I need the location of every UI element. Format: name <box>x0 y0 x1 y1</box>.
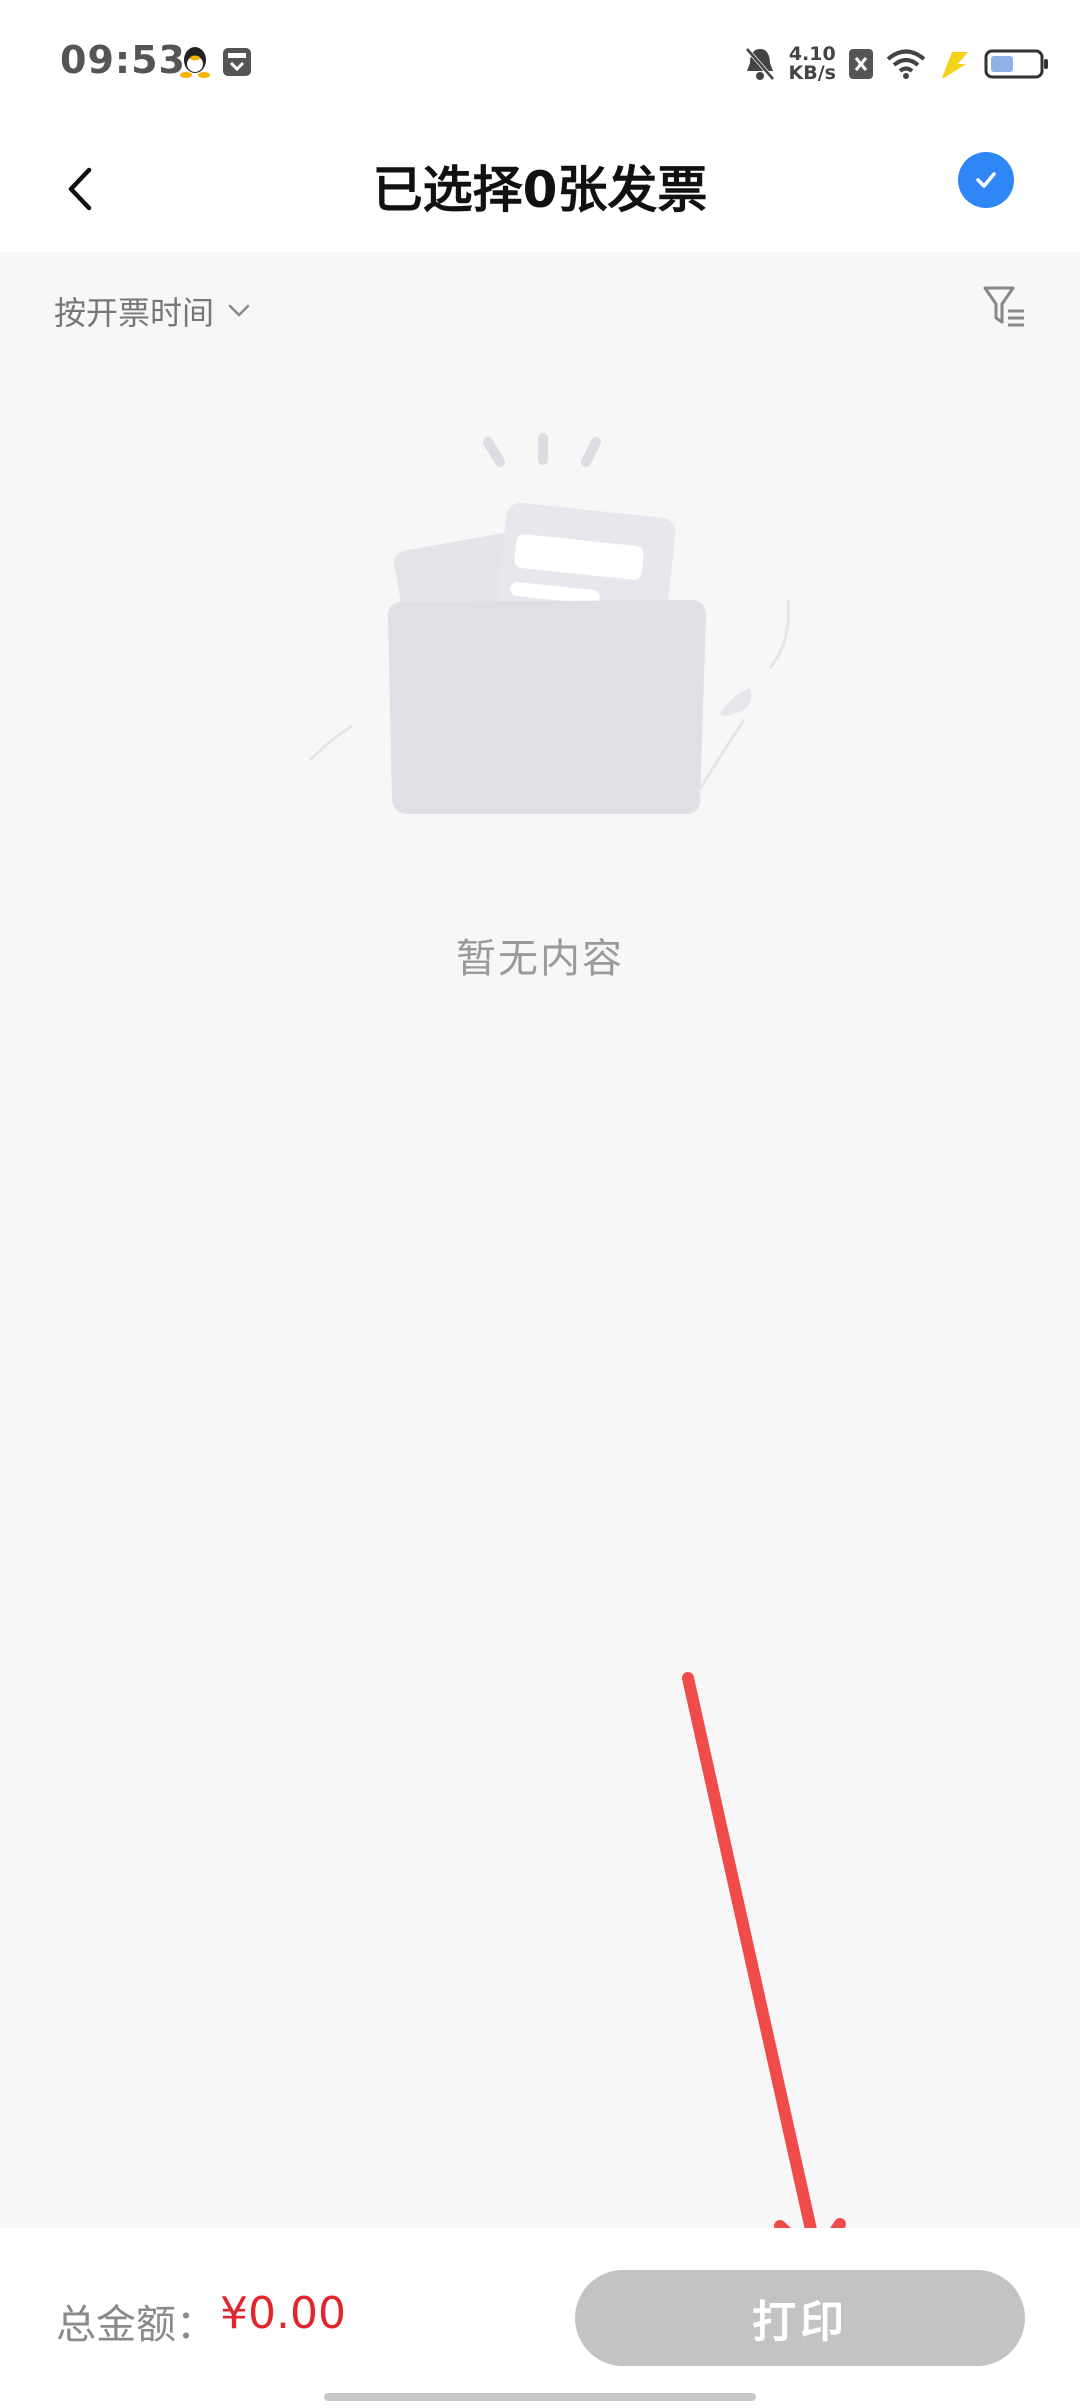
empty-state-text: 暂无内容 <box>456 936 624 982</box>
status-bar: 09:53 4.10 KB/s <box>0 0 1080 126</box>
app-notification-icon <box>223 48 251 76</box>
check-icon <box>976 172 996 188</box>
network-speed: 4.10 KB/s <box>789 45 836 83</box>
header: 已选择0张发票 <box>0 126 1080 252</box>
network-speed-unit: KB/s <box>788 62 836 84</box>
sim-blocked-icon <box>849 49 873 79</box>
battery-icon <box>984 49 1048 79</box>
print-button[interactable]: 打印 <box>575 2270 1025 2366</box>
select-all-button[interactable] <box>958 152 1014 208</box>
mute-icon <box>745 47 775 81</box>
charging-icon <box>942 52 968 78</box>
chevron-down-icon <box>228 304 250 317</box>
sort-label: 按开票时间 <box>54 294 215 332</box>
wifi-icon <box>886 49 926 79</box>
filter-row: 按开票时间 <box>0 252 1080 362</box>
empty-folder-illustration <box>180 433 900 900</box>
total-amount-label: 总金额： <box>56 2302 216 2348</box>
filter-icon[interactable] <box>982 284 1028 330</box>
bottom-bar: 总金额： ¥0.00 打印 <box>0 2228 1080 2408</box>
status-indicators: 4.10 KB/s <box>743 34 1050 94</box>
status-time: 09:53 <box>60 38 186 82</box>
total-amount-value: ¥0.00 <box>220 2288 346 2339</box>
sort-dropdown[interactable]: 按开票时间 <box>54 288 250 334</box>
page-title: 已选择0张发票 <box>372 161 708 219</box>
qq-icon <box>180 47 210 78</box>
home-indicator[interactable] <box>324 2393 756 2401</box>
